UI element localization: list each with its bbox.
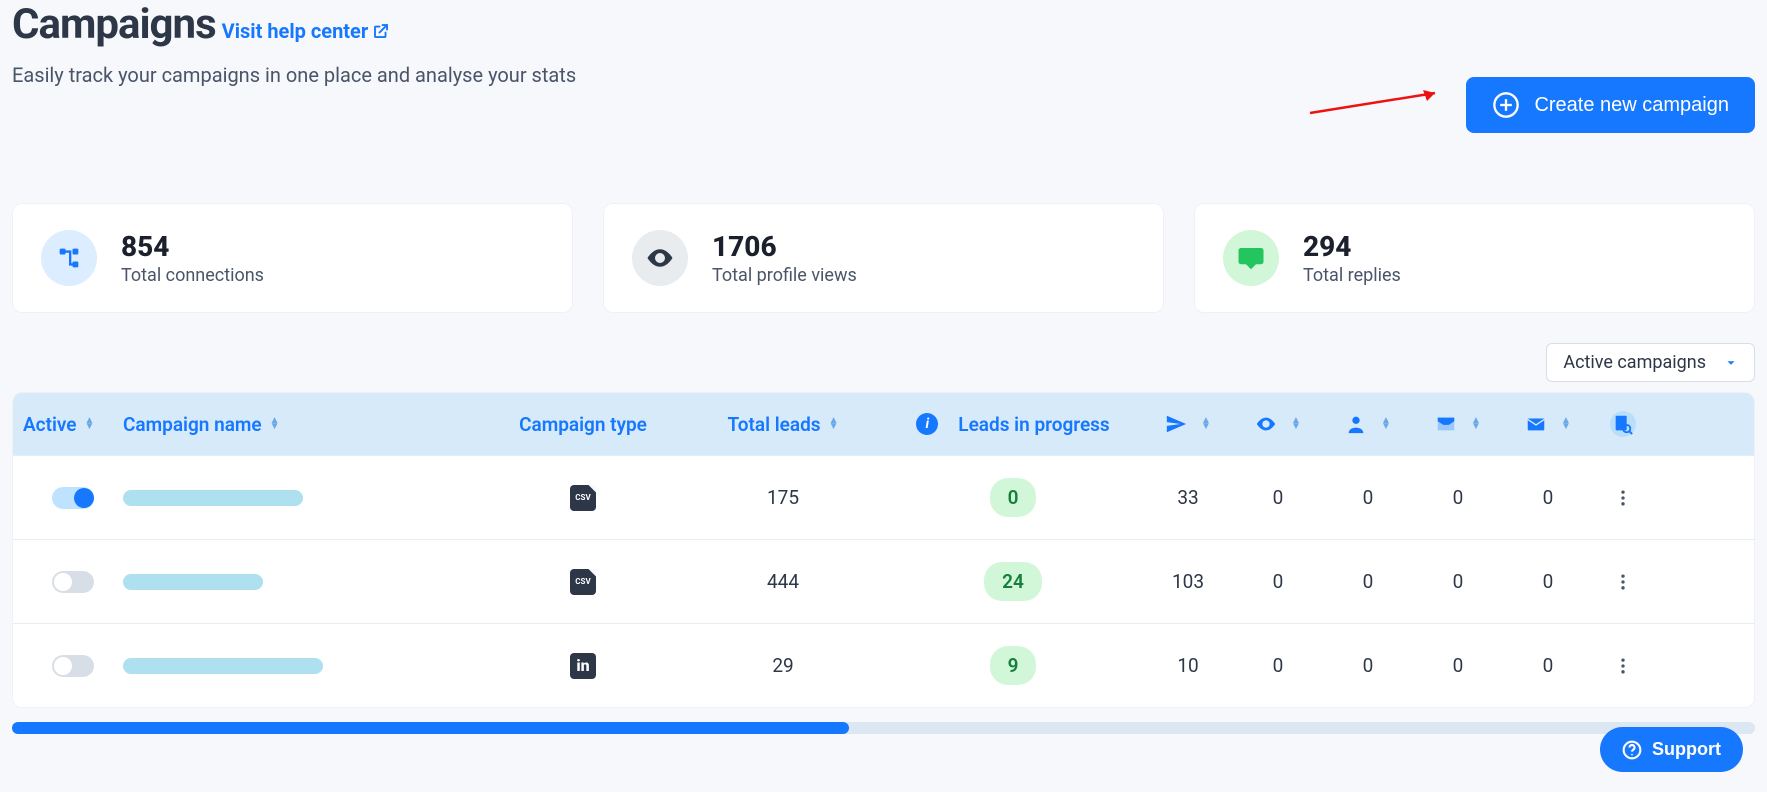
col-header-details[interactable] (1593, 411, 1653, 437)
campaign-name-redacted (123, 574, 263, 590)
external-link-icon (372, 22, 390, 40)
active-toggle[interactable] (52, 571, 94, 593)
col-header-active[interactable]: Active ▲▼ (23, 413, 123, 436)
inbox-icon (1435, 413, 1457, 435)
sort-icon: ▲▼ (829, 418, 839, 430)
chat-icon (1223, 230, 1279, 286)
col-header-inbox[interactable]: ▲▼ (1413, 413, 1503, 435)
sort-icon: ▲▼ (1381, 418, 1391, 430)
col-header-progress-label: Leads in progress (958, 413, 1109, 436)
replies-label: Total replies (1303, 265, 1401, 286)
sort-icon: ▲▼ (1201, 418, 1211, 430)
metric-contacts-value: 0 (1323, 570, 1413, 593)
support-label: Support (1652, 739, 1721, 760)
csv-file-icon: CSV (570, 485, 596, 511)
col-header-views[interactable]: ▲▼ (1233, 413, 1323, 435)
col-header-active-label: Active (23, 413, 77, 436)
metric-contacts-value: 0 (1323, 486, 1413, 509)
views-label: Total profile views (712, 265, 857, 286)
campaign-filter-value: Active campaigns (1563, 352, 1706, 373)
leads-progress-badge: 9 (990, 646, 1037, 685)
metric-views-value: 0 (1233, 654, 1323, 677)
scrollbar-thumb[interactable] (12, 722, 849, 734)
metric-inbox-value: 0 (1413, 486, 1503, 509)
replies-value: 294 (1303, 230, 1401, 263)
views-value: 1706 (712, 230, 857, 263)
metric-views-value: 0 (1233, 570, 1323, 593)
campaign-name-redacted (123, 658, 323, 674)
info-icon: i (916, 413, 938, 435)
table-row: CSV 444 24 103 0 0 0 0 (13, 539, 1754, 623)
support-button[interactable]: Support (1600, 727, 1743, 772)
eye-icon (1255, 413, 1277, 435)
mail-icon (1525, 413, 1547, 435)
plus-circle-icon (1492, 91, 1520, 119)
col-header-leads-label: Total leads (728, 413, 821, 436)
send-icon (1165, 413, 1187, 435)
page-title: Campaigns (12, 0, 216, 49)
campaign-filter-select[interactable]: Active campaigns (1546, 343, 1755, 382)
sort-icon: ▲▼ (1561, 418, 1571, 430)
create-campaign-label: Create new campaign (1534, 94, 1729, 117)
linkedin-icon: in (570, 653, 596, 679)
total-leads-value: 175 (683, 486, 883, 509)
metric-mail-value: 0 (1503, 486, 1593, 509)
create-campaign-button[interactable]: Create new campaign (1466, 77, 1755, 133)
stat-card-replies: 294 Total replies (1194, 203, 1755, 313)
col-header-type[interactable]: Campaign type (483, 413, 683, 436)
metric-inbox-value: 0 (1413, 570, 1503, 593)
total-leads-value: 444 (683, 570, 883, 593)
col-header-mail[interactable]: ▲▼ (1503, 413, 1593, 435)
sort-icon: ▲▼ (1471, 418, 1481, 430)
metric-sent-value: 33 (1143, 486, 1233, 509)
metric-contacts-value: 0 (1323, 654, 1413, 677)
chevron-down-icon (1724, 356, 1738, 370)
row-menu-button[interactable] (1613, 656, 1633, 676)
table-header-row: Active ▲▼ Campaign name ▲▼ Campaign type… (13, 393, 1754, 455)
metric-mail-value: 0 (1503, 570, 1593, 593)
sort-icon: ▲▼ (1291, 418, 1301, 430)
leads-progress-badge: 24 (984, 562, 1042, 601)
sort-icon: ▲▼ (85, 418, 95, 430)
metric-sent-value: 10 (1143, 654, 1233, 677)
table-row: CSV 175 0 33 0 0 0 0 (13, 455, 1754, 539)
col-header-name-label: Campaign name (123, 413, 262, 436)
sort-icon: ▲▼ (270, 418, 280, 430)
search-doc-icon (1612, 413, 1634, 435)
active-toggle[interactable] (52, 655, 94, 677)
annotation-arrow (1305, 83, 1455, 123)
stat-card-views: 1706 Total profile views (603, 203, 1164, 313)
help-center-label: Visit help center (222, 19, 369, 43)
col-header-type-label: Campaign type (519, 413, 647, 436)
campaigns-table: Active ▲▼ Campaign name ▲▼ Campaign type… (12, 392, 1755, 708)
connections-value: 854 (121, 230, 264, 263)
connections-icon (41, 230, 97, 286)
eye-icon (632, 230, 688, 286)
help-center-link[interactable]: Visit help center (222, 19, 391, 49)
col-header-contacts[interactable]: ▲▼ (1323, 413, 1413, 435)
total-leads-value: 29 (683, 654, 883, 677)
connections-label: Total connections (121, 265, 264, 286)
horizontal-scrollbar[interactable] (12, 722, 1755, 734)
metric-inbox-value: 0 (1413, 654, 1503, 677)
col-header-leads[interactable]: Total leads ▲▼ (683, 413, 883, 436)
row-menu-button[interactable] (1613, 488, 1633, 508)
stat-card-connections: 854 Total connections (12, 203, 573, 313)
help-icon (1622, 740, 1642, 760)
metric-sent-value: 103 (1143, 570, 1233, 593)
table-row: in 29 9 10 0 0 0 0 (13, 623, 1754, 707)
col-header-name[interactable]: Campaign name ▲▼ (123, 413, 483, 436)
person-icon (1345, 413, 1367, 435)
metric-views-value: 0 (1233, 486, 1323, 509)
col-header-sent[interactable]: ▲▼ (1143, 413, 1233, 435)
campaign-name-redacted (123, 490, 303, 506)
col-header-progress[interactable]: i Leads in progress (883, 413, 1143, 436)
metric-mail-value: 0 (1503, 654, 1593, 677)
row-menu-button[interactable] (1613, 572, 1633, 592)
active-toggle[interactable] (52, 487, 94, 509)
leads-progress-badge: 0 (990, 478, 1037, 517)
csv-file-icon: CSV (570, 569, 596, 595)
